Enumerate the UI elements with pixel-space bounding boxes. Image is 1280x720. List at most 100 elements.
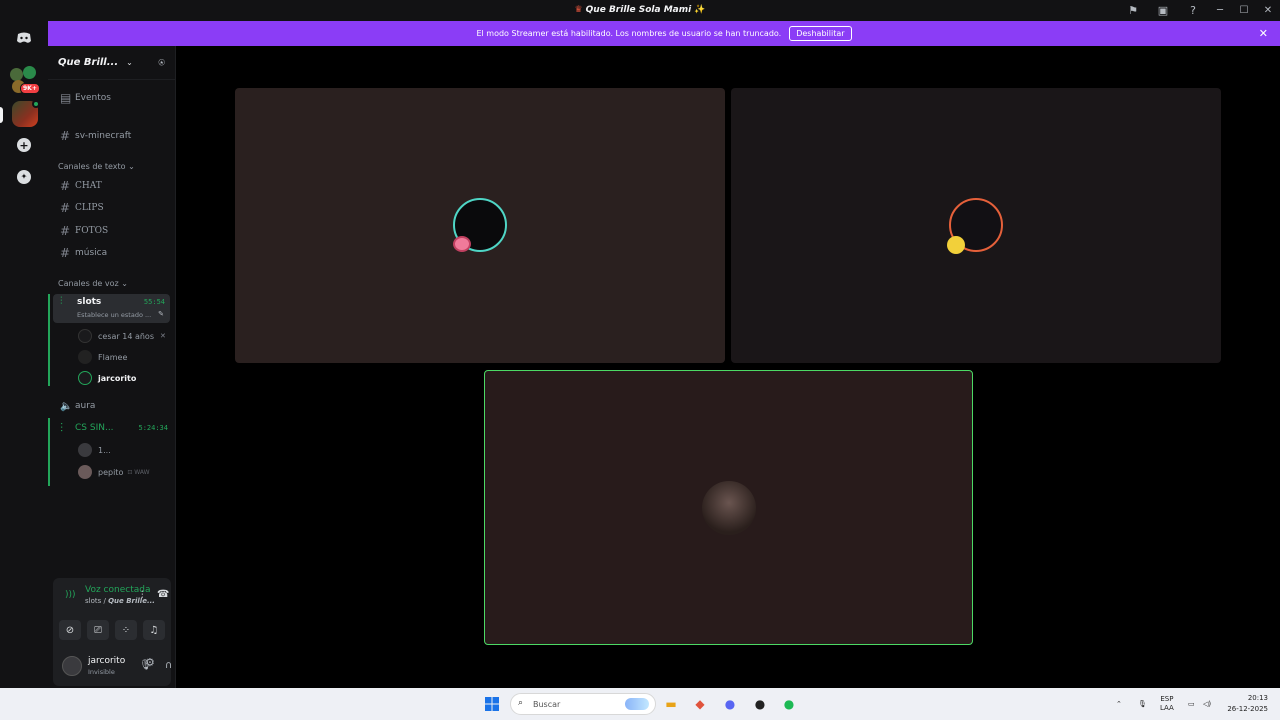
voice-active-dot [32,100,40,108]
voice-connected-sub[interactable]: slots / Que Brille... [85,597,155,605]
voice-member[interactable]: pepito ⊡ WAW [78,462,150,482]
network-icon[interactable]: ▭ [1188,688,1195,720]
guild-name: Que Brill... [58,57,119,68]
server-folder-icon-a [10,68,23,81]
hash-icon: # [60,246,71,260]
volume-icon[interactable]: ◁) [1203,688,1211,720]
channel-musica[interactable]: # música [56,243,172,263]
hash-icon: # [60,224,71,238]
events-item[interactable]: ▤ Eventos [56,88,172,108]
discover-button[interactable]: ✦ [12,165,36,189]
member-tag: ⊡ WAW [127,468,150,476]
voice-member[interactable]: cesar 14 años ✕ [78,326,166,346]
streamer-mode-banner: El modo Streamer está habilitado. Los no… [48,21,1280,46]
title-bar: ♛ Que Brille Sola Mami ✨ ⚑ ▣ ? ─ ☐ ✕ [0,0,1280,21]
taskbar-search[interactable]: ⌕ Buscar [510,693,656,715]
voice-member[interactable]: Flamee [78,347,127,367]
chevron-down-icon: ⌄ [128,162,135,171]
channel-sidebar: Que Brill... ⌄ ⍟ ▤ Eventos # sv-minecraf… [48,46,176,688]
share-screen-icon[interactable]: ⎚ [87,620,109,640]
sparkle-icon: ✨ [694,5,706,15]
member-name: 1... [98,445,111,455]
voice-channel-name: slots [77,297,102,307]
close-icon[interactable]: ✕ [1259,27,1268,40]
user-panel: ))) Voz conectada slots / Que Brille... … [53,578,172,686]
channel-clips[interactable]: # CLIPS [56,198,172,218]
hash-icon: # [60,201,71,215]
donut-decoration-icon [453,236,471,252]
add-server-button[interactable]: + [12,133,36,157]
server-folder-icon-b [23,66,36,79]
category-label: Canales de texto [58,162,126,171]
help-icon[interactable]: ? [1178,0,1208,21]
voice-channel-cs[interactable]: ⫶ CS SIN... 5:24:34 [56,418,172,438]
channel-label: sv-minecraft [75,131,132,141]
speaker-icon: 🔈 [60,400,73,412]
spotify-icon[interactable]: ● [779,694,799,714]
lang-layout: LAA [1160,704,1174,712]
voice-status[interactable]: Establece un estado ... [77,311,151,319]
maximize-button[interactable]: ☐ [1232,0,1256,21]
brave-browser-icon[interactable]: ◆ [690,694,710,714]
windows-start-icon[interactable] [482,694,502,714]
system-clock[interactable]: 20:13 26-12-2025 [1227,693,1268,715]
discord-home-icon[interactable] [12,26,36,50]
inbox-icon[interactable]: ⚑ [1118,0,1148,21]
voice-channel-aura[interactable]: 🔈 aura [56,396,172,416]
voice-member-self[interactable]: jarcorito [78,368,136,388]
user-name[interactable]: jarcorito [88,656,125,666]
disconnect-icon[interactable]: ☎ [157,589,169,600]
participant-tile[interactable] [235,88,725,363]
taskbar: ⌕ Buscar ▬ ◆ ● ● ● ⌃ 🎙 ESP LAA ▭ ◁) 20:1… [0,688,1280,720]
microphone-tray-icon[interactable]: 🎙 [1138,688,1147,720]
calendar-icon: ▤ [60,91,72,105]
text-category[interactable]: Canales de texto ⌄ [58,162,135,171]
headphones-icon[interactable]: ∩ [165,660,172,671]
member-tag-text: WAW [134,468,150,476]
member-name: jarcorito [98,373,137,383]
chevron-down-icon: ⌄ [126,58,133,67]
participant-tile-speaking[interactable] [484,370,973,645]
disable-streamer-button[interactable]: Deshabilitar [789,26,852,41]
activities-icon[interactable]: ⁘ [115,620,137,640]
server-emblem-icon: ♛ [574,5,583,15]
duck-decoration-icon [947,236,965,254]
channel-label: CLIPS [75,203,104,213]
channel-fotos[interactable]: # FOTOS [56,221,172,241]
voice-category[interactable]: Canales de voz ⌄ [58,279,128,288]
invite-member-icon[interactable]: ⍟ [158,56,165,70]
guild-header[interactable]: Que Brill... ⌄ ⍟ [48,46,175,80]
channel-sv-minecraft[interactable]: # sv-minecraft [56,126,172,146]
gear-icon[interactable]: ⚙ [145,656,155,669]
voice-timer: 5:24:34 [138,424,168,432]
camera-off-icon[interactable]: ⊘ [59,620,81,640]
minimize-button[interactable]: ─ [1208,0,1232,21]
app-taskbar-icon[interactable]: ● [750,694,770,714]
search-placeholder: Buscar [533,699,561,709]
file-explorer-icon[interactable]: ▬ [661,694,681,714]
avatar [78,329,92,343]
pencil-icon[interactable]: ✎ [158,310,164,318]
soundboard-icon[interactable]: ♫ [143,620,165,640]
close-window-button[interactable]: ✕ [1256,0,1280,21]
screen-share-icon[interactable]: ▣ [1148,0,1178,21]
voice-member[interactable]: 1... [78,440,111,460]
plus-icon: + [17,138,31,152]
channel-chat[interactable]: # CHAT [56,176,172,196]
lang-code: ESP [1160,695,1174,703]
avatar[interactable] [62,656,82,676]
server-que-brille[interactable] [12,100,40,127]
member-name: cesar 14 años [98,331,154,341]
tray-chevron-icon[interactable]: ⌃ [1116,688,1122,720]
participant-tile[interactable] [731,88,1221,363]
avatar [702,481,756,535]
voice-channel-slots[interactable]: ⫶ slots 55:54 Establece un estado ... ✎ [53,294,170,323]
voice-activity-icon: ⫶ [60,296,63,307]
category-label: Canales de voz [58,279,119,288]
language-indicator[interactable]: ESP LAA [1160,688,1174,720]
noise-suppression-icon[interactable]: ⫶ [141,590,144,601]
avatar [78,443,92,457]
discord-taskbar-icon[interactable]: ● [720,694,740,714]
voice-sub-server: Que Brille... [108,597,155,605]
hash-icon: # [60,129,71,143]
